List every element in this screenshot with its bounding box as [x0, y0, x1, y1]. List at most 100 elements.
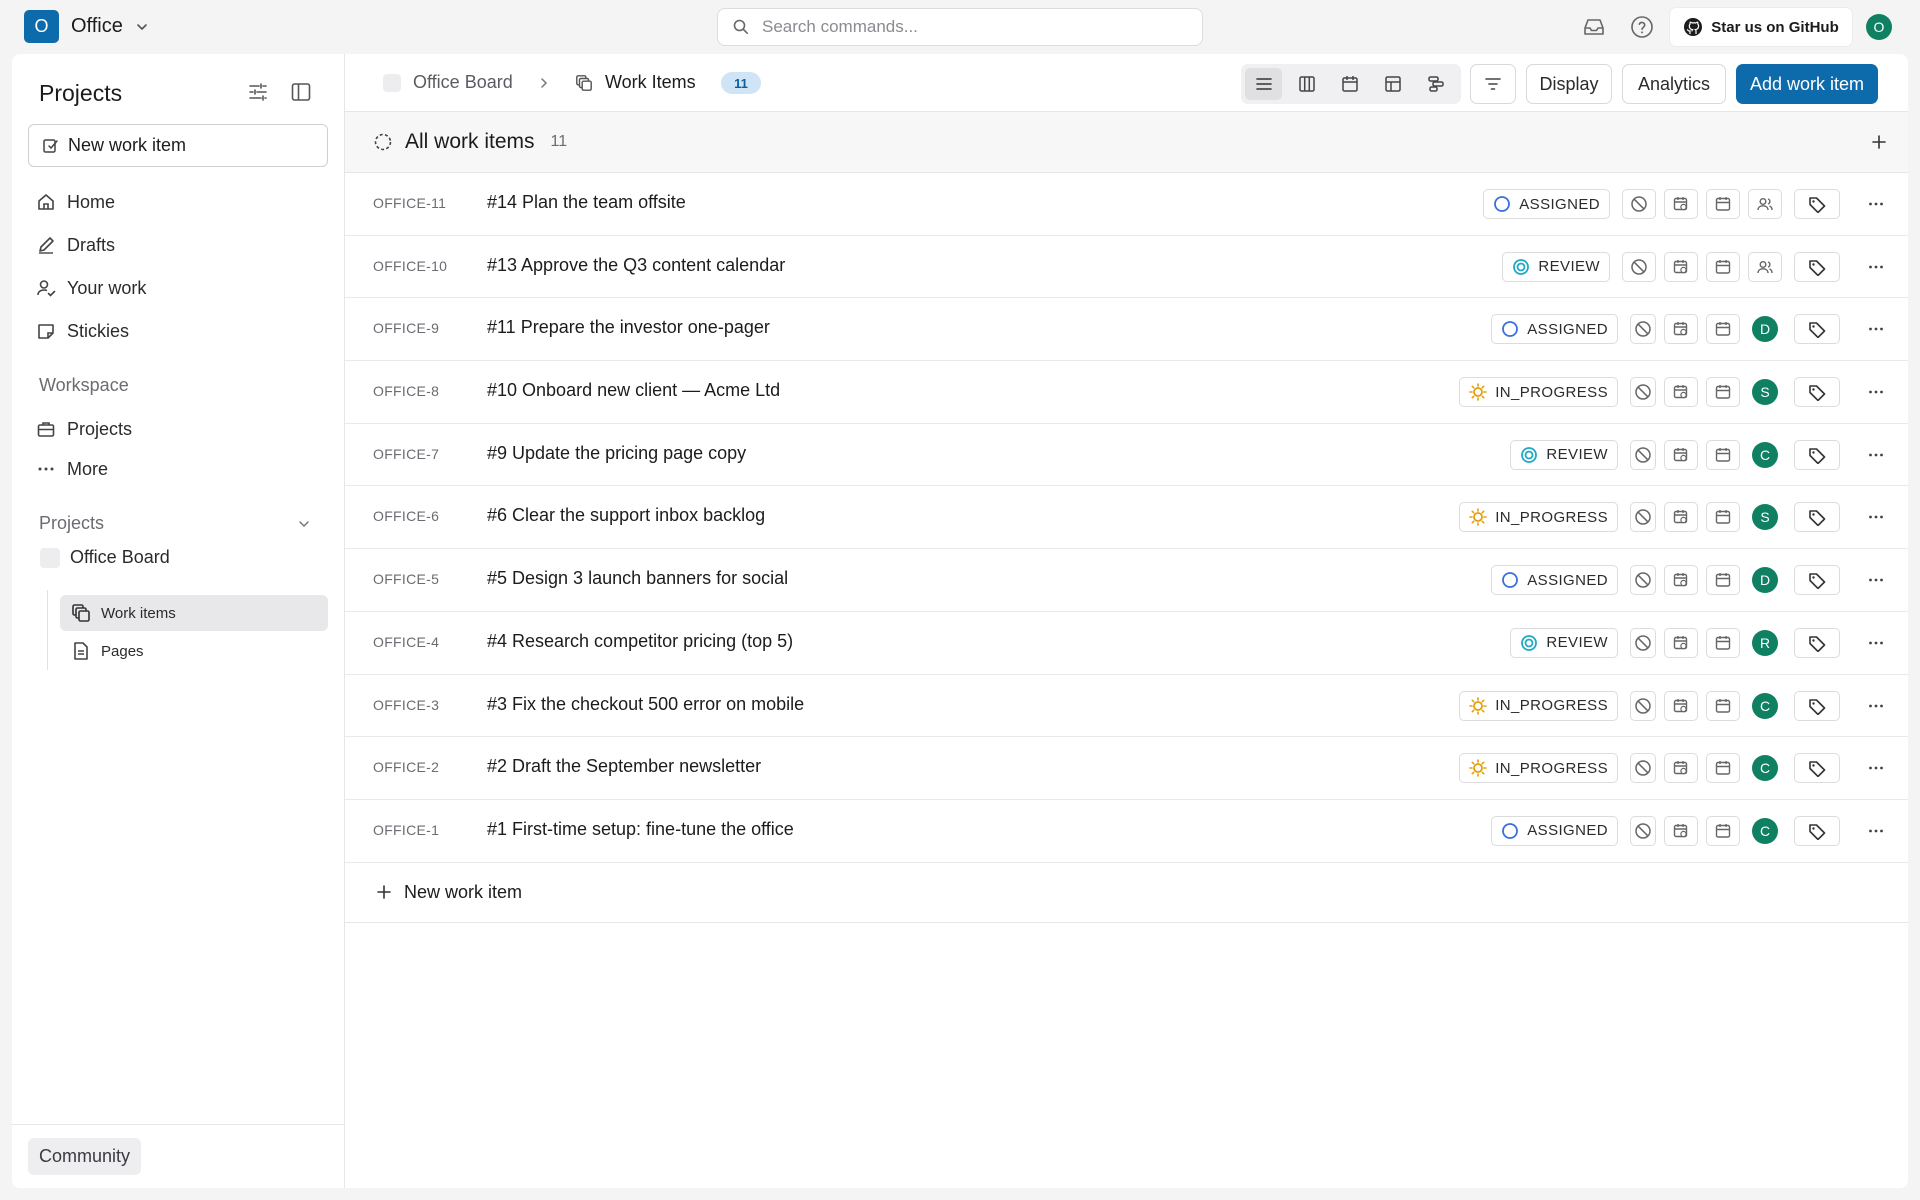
plus-icon[interactable] [1867, 130, 1891, 154]
label-tag-icon[interactable] [1794, 690, 1840, 721]
work-item-title[interactable]: #11 Prepare the investor one-pager [487, 317, 770, 338]
community-button[interactable]: Community [28, 1138, 142, 1175]
projects-section-label[interactable]: Projects [39, 513, 104, 534]
priority-none-icon[interactable] [1622, 251, 1656, 282]
start-date-icon[interactable] [1664, 502, 1698, 533]
start-date-icon[interactable] [1664, 314, 1698, 345]
assignee-picker-icon[interactable] [1748, 251, 1782, 282]
table-row[interactable]: OFFICE-11 #14 Plan the team offsite ASSI… [345, 173, 1908, 236]
table-row[interactable]: OFFICE-10 #13 Approve the Q3 content cal… [345, 236, 1908, 299]
breadcrumb-project[interactable]: Office Board [383, 72, 513, 93]
work-item-title[interactable]: #4 Research competitor pricing (top 5) [487, 631, 793, 652]
table-row[interactable]: OFFICE-3 #3 Fix the checkout 500 error o… [345, 675, 1908, 738]
table-row[interactable]: OFFICE-9 #11 Prepare the investor one-pa… [345, 298, 1908, 362]
label-tag-icon[interactable] [1794, 753, 1840, 784]
priority-none-icon[interactable] [1622, 189, 1656, 219]
due-date-icon[interactable] [1706, 690, 1740, 721]
table-row[interactable]: OFFICE-7 #9 Update the pricing page copy… [345, 424, 1908, 487]
assignee-avatar[interactable]: C [1752, 692, 1778, 719]
sidebar-item-drafts[interactable]: Drafts [36, 230, 115, 260]
filter-button[interactable] [1470, 64, 1516, 104]
more-options-icon[interactable] [1862, 629, 1890, 657]
due-date-icon[interactable] [1706, 815, 1740, 846]
priority-none-icon[interactable] [1630, 690, 1656, 721]
state-dropdown[interactable]: ASSIGNED [1491, 314, 1618, 345]
more-options-icon[interactable] [1862, 315, 1890, 343]
priority-none-icon[interactable] [1630, 815, 1656, 846]
assignee-picker-icon[interactable] [1748, 189, 1782, 219]
due-date-icon[interactable] [1706, 565, 1740, 596]
command-search[interactable] [717, 8, 1203, 46]
label-tag-icon[interactable] [1794, 627, 1840, 658]
work-item-title[interactable]: #2 Draft the September newsletter [487, 756, 761, 777]
due-date-icon[interactable] [1706, 377, 1740, 408]
table-row[interactable]: OFFICE-5 #5 Design 3 launch banners for … [345, 549, 1908, 612]
due-date-icon[interactable] [1706, 627, 1740, 658]
priority-none-icon[interactable] [1630, 439, 1656, 470]
due-date-icon[interactable] [1706, 314, 1740, 345]
work-item-title[interactable]: #14 Plan the team offsite [487, 192, 686, 213]
work-item-title[interactable]: #10 Onboard new client — Acme Ltd [487, 380, 780, 401]
due-date-icon[interactable] [1706, 251, 1740, 282]
more-options-icon[interactable] [1862, 754, 1890, 782]
sidebar-item-projects[interactable]: Projects [36, 414, 132, 444]
more-options-icon[interactable] [1862, 378, 1890, 406]
spreadsheet-layout-icon[interactable] [1374, 68, 1411, 100]
start-date-icon[interactable] [1664, 753, 1698, 784]
chevron-down-icon[interactable] [296, 516, 312, 532]
work-item-title[interactable]: #3 Fix the checkout 500 error on mobile [487, 694, 804, 715]
state-dropdown[interactable]: REVIEW [1510, 439, 1618, 470]
label-tag-icon[interactable] [1794, 439, 1840, 470]
more-options-icon[interactable] [1862, 503, 1890, 531]
state-dropdown[interactable]: ASSIGNED [1491, 815, 1618, 846]
sidebar-item-more[interactable]: More [36, 454, 108, 484]
gantt-layout-icon[interactable] [1417, 68, 1454, 100]
work-item-title[interactable]: #9 Update the pricing page copy [487, 443, 746, 464]
assignee-avatar[interactable]: S [1752, 379, 1778, 406]
table-row[interactable]: OFFICE-1 #1 First-time setup: fine-tune … [345, 800, 1908, 863]
start-date-icon[interactable] [1664, 439, 1698, 470]
priority-none-icon[interactable] [1630, 314, 1656, 345]
label-tag-icon[interactable] [1794, 189, 1840, 219]
more-options-icon[interactable] [1862, 190, 1890, 218]
add-work-item-button[interactable]: Add work item [1736, 64, 1878, 104]
user-avatar[interactable]: O [1866, 14, 1892, 40]
state-dropdown[interactable]: REVIEW [1502, 251, 1610, 282]
new-work-item-button[interactable]: New work item [28, 124, 328, 167]
calendar-layout-icon[interactable] [1331, 68, 1368, 100]
table-row[interactable]: OFFICE-8 #10 Onboard new client — Acme L… [345, 361, 1908, 424]
start-date-icon[interactable] [1664, 627, 1698, 658]
search-input[interactable] [762, 17, 1202, 37]
state-dropdown[interactable]: REVIEW [1510, 627, 1618, 658]
more-options-icon[interactable] [1862, 566, 1890, 594]
more-options-icon[interactable] [1862, 253, 1890, 281]
due-date-icon[interactable] [1706, 502, 1740, 533]
state-dropdown[interactable]: ASSIGNED [1491, 565, 1618, 596]
table-row[interactable]: OFFICE-6 #6 Clear the support inbox back… [345, 486, 1908, 550]
more-options-icon[interactable] [1862, 817, 1890, 845]
list-layout-icon[interactable] [1245, 68, 1282, 100]
analytics-button[interactable]: Analytics [1622, 64, 1726, 104]
more-options-icon[interactable] [1862, 441, 1890, 469]
work-item-title[interactable]: #6 Clear the support inbox backlog [487, 505, 765, 526]
assignee-avatar[interactable]: C [1752, 755, 1778, 782]
priority-none-icon[interactable] [1630, 377, 1656, 408]
start-date-icon[interactable] [1664, 565, 1698, 596]
new-work-item-row[interactable]: New work item [345, 863, 1908, 923]
start-date-icon[interactable] [1664, 690, 1698, 721]
priority-none-icon[interactable] [1630, 627, 1656, 658]
display-button[interactable]: Display [1526, 64, 1612, 104]
label-tag-icon[interactable] [1794, 251, 1840, 282]
state-dropdown[interactable]: IN_PROGRESS [1459, 753, 1618, 784]
priority-none-icon[interactable] [1630, 502, 1656, 533]
state-dropdown[interactable]: ASSIGNED [1483, 189, 1610, 219]
due-date-icon[interactable] [1706, 189, 1740, 219]
sidebar-item-pages[interactable]: Pages [60, 633, 328, 669]
assignee-avatar[interactable]: C [1752, 817, 1778, 844]
due-date-icon[interactable] [1706, 439, 1740, 470]
breadcrumb-current[interactable]: Work Items [575, 72, 696, 93]
table-row[interactable]: OFFICE-2 #2 Draft the September newslett… [345, 737, 1908, 800]
start-date-icon[interactable] [1664, 189, 1698, 219]
start-date-icon[interactable] [1664, 251, 1698, 282]
work-item-title[interactable]: #5 Design 3 launch banners for social [487, 568, 788, 589]
